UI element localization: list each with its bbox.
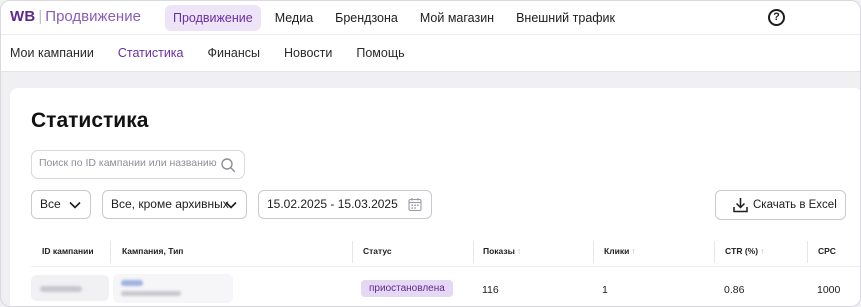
date-range-picker[interactable]: 15.02.2025 - 15.03.2025 [258, 190, 432, 219]
logo-product: Продвижение [45, 8, 141, 25]
column-divider [807, 241, 808, 263]
column-divider [593, 241, 594, 263]
cell-ctr: 0.86 [724, 284, 745, 296]
table-row[interactable]: приостановлена 116 1 0.86 1000 [31, 271, 860, 306]
campaign-id-blurred [31, 275, 109, 301]
type-select-value: Все [40, 197, 61, 211]
status-select-value: Все, кроме архивных [111, 197, 229, 211]
top-nav: Продвижение Медиа Брендзона Мой магазин … [165, 5, 623, 31]
top-nav-item-my-shop[interactable]: Мой магазин [412, 5, 502, 31]
cell-clicks: 1 [602, 284, 608, 296]
column-divider [110, 241, 111, 263]
app-window: WB | Продвижение Продвижение Медиа Брендзо… [0, 0, 861, 307]
top-nav-item-media[interactable]: Медиа [267, 5, 321, 31]
question-circle-icon[interactable]: ? [768, 9, 785, 26]
col-campaign-type[interactable]: Кампания, Тип [122, 246, 183, 256]
col-campaign-id[interactable]: ID кампании [42, 246, 94, 256]
download-excel-button[interactable]: Скачать в Excel [715, 190, 846, 220]
sort-arrow-icon[interactable]: ↑ [517, 246, 521, 256]
col-ctr[interactable]: CTR (%) ↑ [725, 246, 764, 256]
column-divider [352, 241, 353, 263]
cell-cpc: 1000 [817, 284, 841, 296]
top-nav-item-promotion[interactable]: Продвижение [165, 5, 261, 31]
tab-finances[interactable]: Финансы [208, 35, 260, 72]
search-input[interactable] [39, 157, 219, 169]
search-icon[interactable] [220, 157, 236, 173]
top-nav-item-external-traffic[interactable]: Внешний трафик [508, 5, 623, 31]
logo[interactable]: WB | Продвижение [10, 8, 141, 25]
status-select[interactable]: Все, кроме архивных [102, 190, 247, 219]
tab-news[interactable]: Новости [284, 35, 332, 72]
sort-arrow-icon[interactable]: ↑ [631, 246, 635, 256]
col-clicks[interactable]: Клики ↑ [604, 246, 636, 256]
top-bar: WB | Продвижение Продвижение Медиа Брендзо… [1, 1, 860, 35]
page-title: Статистика [31, 109, 149, 132]
campaign-name-blurred[interactable] [113, 274, 233, 303]
table-header: ID кампании Кампания, Тип Статус Показы ↑… [31, 235, 860, 267]
column-divider [714, 241, 715, 263]
cell-impressions: 116 [482, 284, 499, 296]
col-impressions[interactable]: Показы ↑ [483, 246, 521, 256]
tab-help[interactable]: Помощь [356, 35, 404, 72]
status-badge: приостановлена [361, 280, 453, 297]
logo-brand: WB [10, 8, 36, 25]
date-range-value: 15.02.2025 - 15.03.2025 [267, 197, 398, 211]
logo-separator: | [38, 8, 43, 25]
download-excel-label: Скачать в Excel [753, 199, 837, 211]
tab-my-campaigns[interactable]: Мои кампании [10, 35, 94, 72]
calendar-icon[interactable] [408, 197, 422, 212]
chevron-down-icon [225, 201, 237, 209]
sub-nav: Мои кампании Статистика Финансы Новости … [1, 35, 860, 72]
chevron-down-icon [69, 201, 81, 209]
col-status[interactable]: Статус [363, 246, 392, 256]
top-nav-item-brandzone[interactable]: Брендзона [327, 5, 406, 31]
type-select[interactable]: Все [31, 190, 91, 219]
col-cpc[interactable]: CPC [818, 246, 836, 256]
search-field[interactable] [31, 150, 245, 179]
download-icon [733, 198, 748, 213]
tab-statistics[interactable]: Статистика [118, 35, 184, 72]
sort-arrow-icon[interactable]: ↑ [760, 246, 764, 256]
column-divider [473, 241, 474, 263]
